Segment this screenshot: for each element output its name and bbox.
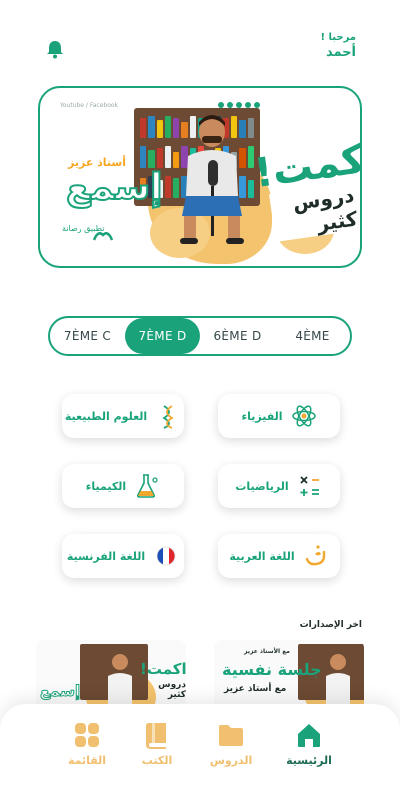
grid-menu-icon (72, 720, 102, 750)
subject-card-natural-sciences[interactable]: العلوم الطبيعية (62, 394, 184, 438)
nav-label: القائمة (67, 754, 107, 767)
subject-label: الرياضيات (235, 479, 289, 493)
promo-banner[interactable]: Youtube / Facebook أستاذ عزيز إسمع راكمت… (38, 86, 362, 268)
subject-card-arabic[interactable]: اللغة العربية (218, 534, 340, 578)
subject-label: اللغة العربية (229, 549, 295, 563)
greeting-block: مرحبا ! أحمد (321, 32, 357, 60)
subject-card-physics[interactable]: الفيزياء (218, 394, 340, 438)
thumbnail-big-text: إسمع (39, 682, 81, 701)
thumbnail-subtitle: دروس كثير (158, 680, 186, 700)
folder-icon (216, 720, 246, 750)
subject-label: اللغة الفرنسية (66, 549, 146, 563)
user-name: أحمد (325, 45, 356, 60)
thumbnail-subtitle: مع أستاذ عزيز (224, 684, 287, 694)
subject-label: العلوم الطبيعية (64, 409, 148, 423)
app-logo-icon (92, 232, 114, 241)
nav-books[interactable]: الكتب (122, 720, 192, 767)
subject-card-math[interactable]: الرياضيات (218, 464, 340, 508)
thumbnail-title: جلسة نفسية (222, 660, 322, 679)
flask-icon (134, 473, 160, 499)
grade-selector: 7ÈME C 7ÈME D 6ÈME D 4ÈME (48, 316, 352, 356)
banner-dots (218, 102, 260, 108)
grade-tab-4eme[interactable]: 4ÈME (275, 318, 350, 354)
thumbnail-title: راكمت! (140, 660, 186, 678)
home-icon (294, 720, 324, 750)
math-operators-icon (297, 473, 323, 499)
bell-icon[interactable] (44, 38, 66, 60)
nav-lessons[interactable]: الدروس (196, 720, 266, 767)
nav-label: الكتب (141, 754, 173, 767)
thumbnail-small-text: مع الأستاذ عزيز (244, 648, 291, 655)
subject-card-chemistry[interactable]: الكيمياء (62, 464, 184, 508)
subject-label: الكيمياء (85, 479, 127, 493)
arabic-letter-icon (303, 543, 329, 569)
nav-label: الدروس (209, 754, 253, 767)
nav-menu[interactable]: القائمة (52, 720, 122, 767)
grade-tab-7eme-d[interactable]: 7ÈME D (125, 318, 200, 354)
banner-social-text: Youtube / Facebook (60, 102, 119, 109)
grade-tab-6eme-d[interactable]: 6ÈME D (200, 318, 275, 354)
latest-releases-title: اخر الإصدارات (299, 620, 362, 630)
banner-big-name: إسمع (65, 167, 163, 209)
dna-icon (155, 403, 181, 429)
nav-home[interactable]: الرئيسية (274, 720, 344, 767)
grade-tab-7eme-c[interactable]: 7ÈME C (50, 318, 125, 354)
nav-label: الرئيسية (286, 754, 332, 767)
atom-icon (291, 403, 317, 429)
subject-card-french[interactable]: اللغة الفرنسية (62, 534, 184, 578)
subject-label: الفيزياء (241, 409, 283, 423)
teacher-photo (180, 115, 244, 244)
greeting-text: مرحبا ! (320, 32, 357, 43)
book-icon (142, 720, 172, 750)
french-flag-icon (153, 543, 179, 569)
